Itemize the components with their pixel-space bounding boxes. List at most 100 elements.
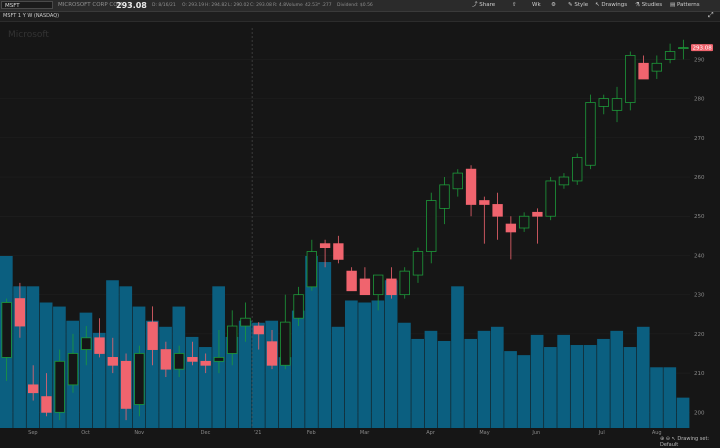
x-tick-label: Apr — [426, 430, 436, 436]
candle-body — [585, 102, 596, 166]
y-tick-label: 290 — [694, 57, 705, 63]
svg-text:293.08: 293.08 — [693, 46, 713, 52]
company-name: MICROSOFT CORP COM — [58, 2, 123, 8]
candle-body — [452, 172, 463, 190]
volume-bar — [291, 310, 305, 428]
candle-body — [333, 243, 344, 260]
candle-body — [545, 180, 556, 217]
studies-button[interactable]: ⚗ Studies — [635, 0, 662, 11]
candle-body — [280, 321, 291, 366]
pattern-icon: ▤ — [670, 2, 676, 8]
candle-body — [160, 349, 172, 370]
candle-body — [14, 298, 26, 327]
status-bar: ⊕ ⊖ ↖ Drawing set: Default — [660, 436, 720, 448]
x-tick-label: Sep — [28, 430, 37, 436]
candle-body — [664, 51, 676, 60]
candle-body — [346, 270, 357, 292]
candle-body — [187, 357, 198, 362]
candle-body — [134, 353, 145, 405]
candle-body — [372, 274, 384, 296]
ohlc-date: D: 8/16/21 — [152, 3, 176, 8]
volume-bar — [358, 302, 371, 428]
candle-body — [41, 396, 52, 413]
x-tick-label: Feb — [307, 430, 316, 436]
volume-bar — [636, 326, 650, 428]
volume-bar — [345, 300, 358, 428]
volume-bar — [371, 300, 385, 428]
aggregation-button[interactable]: Wk — [532, 0, 541, 11]
candle-body — [399, 270, 410, 296]
candle-body — [107, 357, 118, 366]
volume-bar — [504, 351, 517, 428]
patterns-button[interactable]: ▤ Patterns — [670, 0, 700, 11]
candle-body — [227, 325, 238, 354]
volume-bar — [610, 330, 624, 428]
volume-bar — [451, 286, 464, 428]
export-icon[interactable]: ⇧ — [512, 0, 517, 11]
candle-body — [492, 204, 503, 217]
candle-body — [518, 215, 530, 229]
top-toolbar: MSFT MICROSOFT CORP COM 293.08 D: 8/16/2… — [0, 0, 720, 12]
style-icon: ✎ — [568, 2, 573, 8]
symbol-input[interactable]: MSFT — [1, 1, 53, 9]
candle-body — [27, 384, 39, 394]
style-button[interactable]: ✎ Style — [568, 0, 588, 11]
ohlc-low: L: 290.02 — [228, 3, 250, 8]
volume-bar — [318, 262, 332, 428]
candle-body — [240, 317, 251, 327]
expand-icon[interactable]: ⤢ — [708, 11, 714, 20]
chart-watermark: Microsoft — [8, 30, 49, 40]
flask-icon: ⚗ — [635, 2, 640, 8]
candle — [346, 267, 357, 292]
x-tick-label: Jun — [531, 430, 540, 436]
pencil-icon: ↖ — [595, 2, 600, 8]
volume-bar — [676, 397, 690, 428]
candle — [585, 94, 596, 170]
chart-symbol-label: MSFT 1 Y W (NASDAQ) — [3, 13, 60, 19]
y-tick-label: 200 — [694, 410, 705, 416]
ohlc-close: C: 293.08 — [250, 3, 272, 8]
volume-bar — [583, 345, 597, 428]
candle-body — [611, 98, 623, 111]
gear-icon[interactable]: ⚙ — [551, 0, 556, 11]
candle-body — [306, 251, 318, 288]
y-tick-label: 230 — [694, 293, 705, 299]
volume-bar — [398, 322, 411, 428]
candle-body — [572, 157, 583, 182]
y-tick-label: 280 — [694, 97, 705, 103]
x-tick-label: May — [479, 430, 489, 436]
volume-label: Volume — [286, 3, 303, 8]
drawings-button[interactable]: ↖ Drawings — [595, 0, 627, 11]
volume-bar — [530, 334, 544, 428]
candle-body — [465, 168, 477, 205]
y-tick-label: 260 — [694, 175, 705, 181]
candle-body — [1, 302, 12, 358]
x-tick-label: Jul — [598, 430, 605, 436]
dividend-value: Dividend: $0.56 — [337, 3, 373, 8]
volume-bar — [557, 334, 570, 428]
volume-bar — [437, 340, 451, 428]
candle-body — [81, 337, 92, 350]
candle-body — [120, 360, 132, 409]
price-chart[interactable]: Microsoft 200 210 220 230 240 250 260 270 280 290… — [0, 22, 720, 444]
ohlc-high: H: 294.82 — [205, 3, 228, 8]
candle-body — [173, 353, 185, 370]
x-tick-label: Oct — [81, 430, 90, 436]
share-button[interactable]: ⤴ Share — [472, 0, 495, 11]
candle-body — [598, 98, 609, 107]
volume-bar — [517, 355, 531, 428]
volume-bar — [623, 347, 637, 428]
y-tick-label: 250 — [694, 214, 705, 220]
candle-body — [293, 294, 304, 319]
volume-bar — [26, 286, 40, 428]
candle-body — [94, 337, 105, 354]
chart-subheader: MSFT 1 Y W (NASDAQ) ⤢ — [0, 11, 720, 22]
volume-bar — [597, 338, 610, 428]
candle-body — [625, 55, 636, 103]
volume-bar — [424, 330, 438, 428]
candle-body — [505, 223, 517, 233]
y-tick-label: 240 — [694, 253, 705, 259]
candle-body — [386, 278, 397, 296]
candle-body — [67, 353, 79, 386]
x-tick-label: '21 — [254, 430, 262, 436]
